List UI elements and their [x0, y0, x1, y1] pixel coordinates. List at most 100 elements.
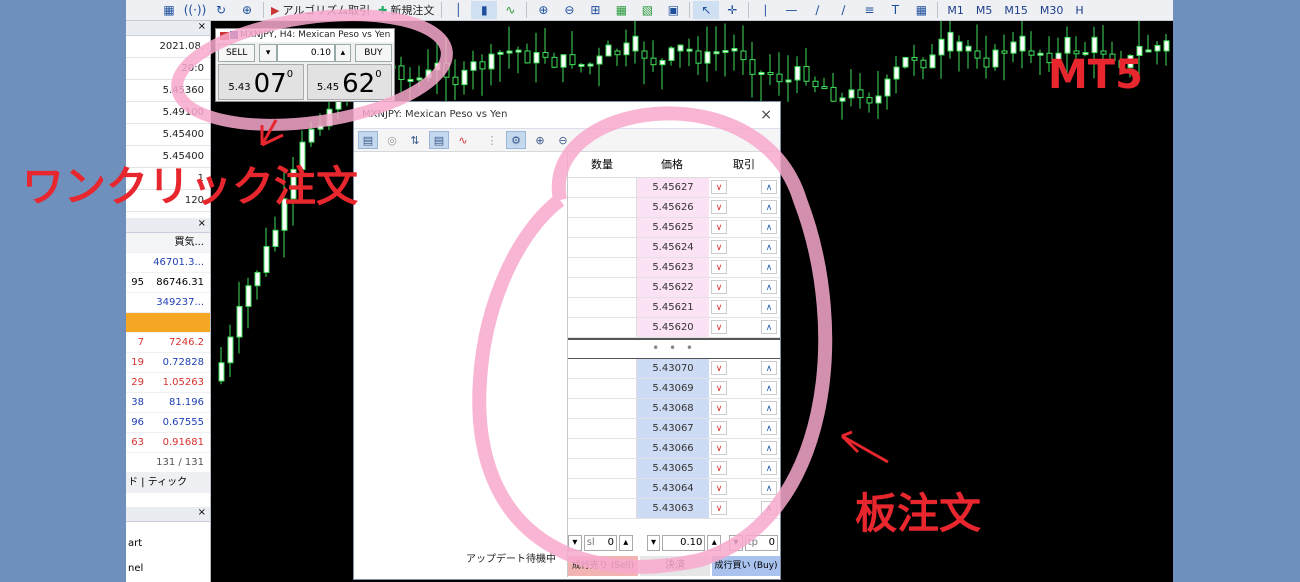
- price-cell[interactable]: 5.43070: [637, 359, 709, 378]
- chevron-down-icon[interactable]: ∨: [711, 421, 727, 435]
- sl-input[interactable]: sl 0: [583, 535, 617, 551]
- new-order-button[interactable]: ✚ 新規注文: [374, 1, 438, 19]
- bid-level-row[interactable]: 5.43066 ∨ ∧: [568, 439, 780, 459]
- chevron-down-icon[interactable]: ∨: [711, 381, 727, 395]
- plus-icon[interactable]: ⊕: [234, 1, 260, 19]
- tp-input[interactable]: tp 0: [744, 535, 779, 551]
- levels-icon[interactable]: ⋮: [483, 132, 501, 148]
- close-icon[interactable]: ×: [198, 21, 206, 32]
- price-cell[interactable]: 5.43066: [637, 439, 709, 458]
- qty-cell[interactable]: [568, 318, 637, 337]
- ask-level-row[interactable]: 5.45625 ∨ ∧: [568, 218, 780, 238]
- price-cell[interactable]: 5.45623: [637, 258, 709, 277]
- zoom-in-icon[interactable]: ⊕: [530, 1, 556, 19]
- chevron-up-icon[interactable]: ∧: [761, 260, 777, 274]
- chevron-down-icon[interactable]: ∨: [711, 300, 727, 314]
- one-click-buy-button[interactable]: BUY: [354, 44, 393, 62]
- price-cell[interactable]: 5.45621: [637, 298, 709, 317]
- sl-increase-button[interactable]: ▴: [618, 535, 633, 551]
- chevron-down-icon[interactable]: ∨: [711, 180, 727, 194]
- chart-view-icon[interactable]: ▤: [358, 131, 378, 149]
- bid-level-row[interactable]: 5.43070 ∨ ∧: [568, 359, 780, 379]
- cursor-icon[interactable]: ↖: [693, 1, 720, 19]
- price-cell[interactable]: 5.45627: [637, 178, 709, 197]
- text-tool-icon[interactable]: T: [882, 1, 908, 19]
- zoom-out-icon[interactable]: ⊖: [554, 132, 572, 148]
- fibo-icon[interactable]: ≡: [856, 1, 882, 19]
- chevron-up-icon[interactable]: ∧: [761, 381, 777, 395]
- price-cell[interactable]: 5.43068: [637, 399, 709, 418]
- bid-level-row[interactable]: 5.43067 ∨ ∧: [568, 419, 780, 439]
- timeframe-m30[interactable]: M30: [1034, 1, 1070, 19]
- market-watch-row[interactable]: 349237...: [126, 293, 210, 313]
- line-chart-icon[interactable]: ∿: [497, 1, 523, 19]
- vertical-line-icon[interactable]: ∣: [752, 1, 778, 19]
- qty-cell[interactable]: [568, 399, 637, 418]
- price-cell[interactable]: 5.45620: [637, 318, 709, 337]
- bag-icon[interactable]: ▦: [156, 1, 182, 19]
- channel-icon[interactable]: ∕: [830, 1, 856, 19]
- chart-shift-icon[interactable]: ▧: [634, 1, 660, 19]
- market-watch-tabs[interactable]: ド | ティック: [126, 473, 210, 493]
- market-watch-row[interactable]: 95 86746.31: [126, 273, 210, 293]
- qty-cell[interactable]: [568, 258, 637, 277]
- ask-level-row[interactable]: 5.45627 ∨ ∧: [568, 178, 780, 198]
- close-icon[interactable]: ×: [198, 507, 206, 518]
- timeframe-m5[interactable]: M5: [970, 1, 999, 19]
- crosshair-icon[interactable]: ✛: [719, 1, 745, 19]
- chevron-down-icon[interactable]: ∨: [711, 501, 727, 515]
- buy-price-display[interactable]: 5.45 62 0: [306, 64, 392, 100]
- chevron-up-icon[interactable]: ∧: [761, 320, 777, 334]
- price-cell[interactable]: 5.43067: [637, 419, 709, 438]
- market-watch-row[interactable]: 19 0.72828: [126, 353, 210, 373]
- chevron-down-icon[interactable]: ∨: [711, 401, 727, 415]
- ask-level-row[interactable]: 5.45624 ∨ ∧: [568, 238, 780, 258]
- chevron-up-icon[interactable]: ∧: [761, 441, 777, 455]
- price-cell[interactable]: 5.43063: [637, 499, 709, 518]
- sell-price-display[interactable]: 5.43 07 0: [218, 64, 304, 100]
- qty-cell[interactable]: [568, 178, 637, 197]
- price-cell[interactable]: 5.43069: [637, 379, 709, 398]
- qty-cell[interactable]: [568, 419, 637, 438]
- chevron-up-icon[interactable]: ∧: [761, 421, 777, 435]
- volume-input[interactable]: 0.10: [662, 535, 706, 551]
- qty-cell[interactable]: [568, 439, 637, 458]
- tp-decrease-button[interactable]: ▾: [729, 535, 743, 551]
- market-watch-row[interactable]: 29 1.05263: [126, 373, 210, 393]
- price-cell[interactable]: 5.43064: [637, 479, 709, 498]
- chevron-down-icon[interactable]: ∨: [711, 220, 727, 234]
- chevron-down-icon[interactable]: ∨: [711, 441, 727, 455]
- qty-cell[interactable]: [568, 298, 637, 317]
- ask-level-row[interactable]: 5.45622 ∨ ∧: [568, 278, 780, 298]
- market-watch-row[interactable]: 7 7246.2: [126, 333, 210, 353]
- chevron-up-icon[interactable]: ∧: [761, 180, 777, 194]
- price-cell[interactable]: 5.45625: [637, 218, 709, 237]
- chevron-down-icon[interactable]: ∨: [711, 240, 727, 254]
- zoom-in-icon[interactable]: ⊕: [531, 132, 549, 148]
- chevron-up-icon[interactable]: ∧: [761, 240, 777, 254]
- market-watch-row[interactable]: 63 0.91681: [126, 433, 210, 453]
- bid-level-row[interactable]: 5.43068 ∨ ∧: [568, 399, 780, 419]
- chevron-down-icon[interactable]: ∨: [711, 461, 727, 475]
- chevron-up-icon[interactable]: ∧: [761, 300, 777, 314]
- price-cell[interactable]: 5.45622: [637, 278, 709, 297]
- chevron-up-icon[interactable]: ∧: [761, 501, 777, 515]
- volume-input[interactable]: 0.10: [277, 44, 335, 62]
- chevron-down-icon[interactable]: ∨: [711, 481, 727, 495]
- qty-cell[interactable]: [568, 479, 637, 498]
- bid-level-row[interactable]: 5.43069 ∨ ∧: [568, 379, 780, 399]
- ask-level-row[interactable]: 5.45626 ∨ ∧: [568, 198, 780, 218]
- qty-cell[interactable]: [568, 278, 637, 297]
- volume-increase-button[interactable]: ▴: [334, 44, 351, 62]
- screenshot-icon[interactable]: ▣: [660, 1, 686, 19]
- qty-cell[interactable]: [568, 499, 637, 518]
- chevron-down-icon[interactable]: ∨: [711, 200, 727, 214]
- qty-cell[interactable]: [568, 238, 637, 257]
- navigator-item[interactable]: nel: [126, 563, 210, 574]
- chevron-down-icon[interactable]: ∨: [711, 260, 727, 274]
- ask-level-row[interactable]: 5.45623 ∨ ∧: [568, 258, 780, 278]
- qty-cell[interactable]: [568, 218, 637, 237]
- timeframe-m1[interactable]: M1: [941, 1, 970, 19]
- qty-cell[interactable]: [568, 459, 637, 478]
- close-icon[interactable]: ×: [198, 218, 206, 229]
